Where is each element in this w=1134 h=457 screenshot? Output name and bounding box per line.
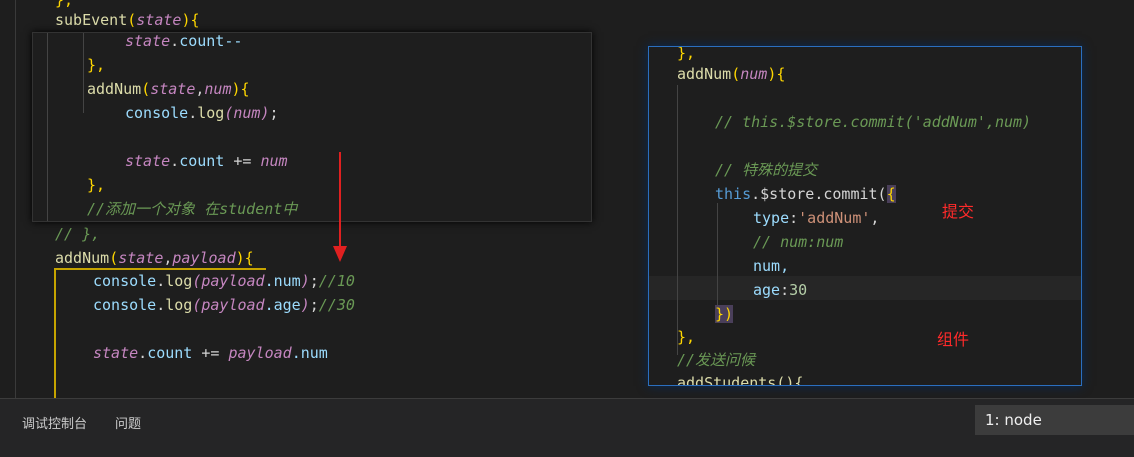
code-line: },	[677, 328, 696, 346]
code-line: console.log(num);	[125, 104, 279, 122]
code-line: addNum(state,num){	[87, 80, 250, 98]
code-line: // },	[55, 225, 101, 243]
code-line: console.log(payload.age);//30	[93, 296, 355, 314]
indent-guide	[83, 33, 84, 113]
terminal-select[interactable]: 1: node	[975, 405, 1134, 435]
code-line: num,	[753, 257, 790, 275]
bracket-match-left	[54, 268, 56, 398]
code-screenshot-right: }, addNum(num){ // this.$store.commit('a…	[648, 46, 1082, 386]
indent-guide	[677, 85, 678, 355]
code-line: // this.$store.commit('addNum',num)	[715, 113, 1032, 131]
code-line: // num:num	[753, 233, 844, 251]
indent-guide	[47, 33, 48, 221]
code-line: },	[87, 176, 106, 194]
code-line: state.count += num	[125, 152, 288, 170]
bracket-match-top	[54, 268, 266, 270]
code-line: this.$store.commit({	[715, 185, 896, 203]
code-line: addNum(state,payload){	[55, 249, 254, 267]
annotation-commit: 提交	[942, 202, 975, 221]
arrow-down-icon	[333, 152, 347, 262]
code-line: console.log(payload.num);//10	[93, 272, 355, 290]
code-editor[interactable]: }, subEvent(state){ // }, addNum(state,p…	[0, 0, 1134, 398]
code-line: //添加一个对象 在student中	[87, 200, 298, 218]
annotation-component: 组件	[937, 330, 970, 349]
current-line-highlight	[649, 276, 1081, 300]
tab-problems[interactable]: 问题	[115, 413, 141, 432]
code-line: })	[715, 305, 734, 323]
code-line: state.count--	[125, 32, 243, 50]
tab-debug-console[interactable]: 调试控制台	[22, 413, 87, 432]
code-line: //发送问候	[677, 351, 756, 369]
code-line: type:'addNum',	[753, 209, 880, 227]
code-line: subEvent(state){	[55, 11, 200, 29]
bottom-panel: 调试控制台 问题 1: node	[0, 398, 1134, 457]
code-line: addStudents(){	[677, 374, 804, 386]
code-screenshot-left: state.count-- }, addNum(state,num){ cons…	[32, 32, 592, 222]
code-line: state.count += payload.num	[93, 344, 328, 362]
code-line: age:30	[753, 281, 808, 299]
code-line: // 特殊的提交	[715, 161, 818, 179]
code-line: },	[87, 56, 106, 74]
code-line: addNum(num){	[677, 65, 786, 83]
